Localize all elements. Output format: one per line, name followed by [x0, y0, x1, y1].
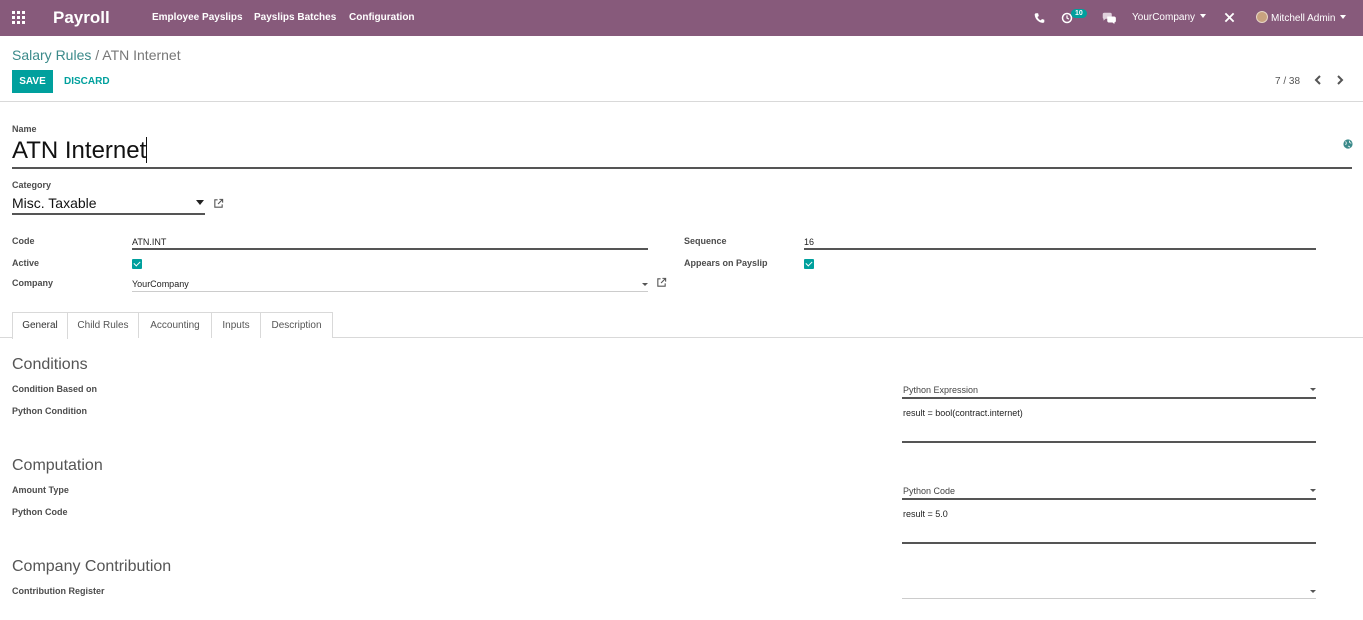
condition-based-on-select[interactable]: Python Expression [903, 385, 978, 395]
code-label: Code [12, 236, 35, 246]
name-underline [12, 167, 1352, 169]
name-label: Name [12, 124, 37, 134]
top-navbar: Payroll Employee Payslips Payslips Batch… [0, 0, 1363, 36]
breadcrumb: Salary Rules / ATN Internet [12, 47, 181, 63]
python-condition-label: Python Condition [12, 406, 87, 416]
user-menu[interactable]: Mitchell Admin [1256, 11, 1347, 24]
company-switcher[interactable]: YourCompany [1132, 12, 1207, 23]
pager-next-icon[interactable] [1334, 74, 1346, 86]
avatar [1256, 11, 1268, 23]
app-brand[interactable]: Payroll [53, 8, 110, 28]
menu-configuration[interactable]: Configuration [349, 12, 415, 23]
contribution-register-label: Contribution Register [12, 586, 105, 596]
tab-inputs[interactable]: Inputs [211, 312, 261, 338]
apps-grid-icon[interactable] [12, 11, 26, 25]
appears-on-payslip-checkbox[interactable] [804, 259, 814, 269]
phone-icon[interactable] [1034, 10, 1045, 26]
menu-payslips-batches[interactable]: Payslips Batches [254, 12, 336, 23]
company-external-link-icon[interactable] [656, 277, 667, 288]
activity-count-badge: 10 [1071, 9, 1087, 18]
translate-globe-icon[interactable] [1343, 139, 1353, 149]
python-condition-underline [902, 441, 1316, 443]
python-code-label: Python Code [12, 507, 68, 517]
computation-heading: Computation [12, 457, 103, 474]
tab-description[interactable]: Description [260, 312, 333, 338]
sequence-input[interactable]: 16 [804, 237, 814, 247]
category-underline [12, 213, 205, 215]
name-input[interactable]: ATN Internet [12, 137, 148, 165]
category-chevron-down-icon[interactable] [196, 200, 204, 205]
control-panel: Salary Rules / ATN Internet SAVE DISCARD… [0, 36, 1363, 102]
pager-value[interactable]: 7 / 38 [1275, 76, 1300, 87]
company-contribution-heading: Company Contribution [12, 558, 172, 575]
code-underline [132, 248, 648, 250]
breadcrumb-current: ATN Internet [102, 47, 181, 63]
sequence-underline [804, 248, 1316, 250]
category-external-link-icon[interactable] [213, 198, 224, 209]
condition-based-on-chevron-down-icon[interactable] [1310, 388, 1316, 391]
contribution-register-chevron-down-icon[interactable] [1310, 590, 1316, 593]
breadcrumb-separator: / [95, 47, 100, 63]
breadcrumb-salary-rules[interactable]: Salary Rules [12, 47, 91, 63]
company-label: Company [12, 278, 54, 288]
appears-on-payslip-label: Appears on Payslip [684, 258, 768, 268]
python-code-textarea[interactable]: result = 5.0 [903, 509, 948, 519]
company-chevron-down-icon[interactable] [642, 283, 648, 286]
amount-type-select[interactable]: Python Code [903, 486, 955, 496]
sequence-label: Sequence [684, 236, 727, 246]
close-icon[interactable] [1224, 12, 1235, 23]
active-label: Active [12, 258, 40, 268]
python-code-underline [902, 542, 1316, 544]
save-button[interactable]: SAVE [12, 70, 53, 93]
amount-type-underline [902, 498, 1316, 500]
condition-based-on-label: Condition Based on [12, 384, 97, 394]
pager-previous-icon[interactable] [1312, 74, 1324, 86]
tab-accounting[interactable]: Accounting [138, 312, 212, 338]
menu-employee-payslips[interactable]: Employee Payslips [152, 12, 243, 23]
tab-general[interactable]: General [12, 312, 68, 339]
code-input[interactable]: ATN.INT [132, 237, 166, 247]
conditions-heading: Conditions [12, 356, 88, 373]
contribution-register-underline [902, 598, 1316, 599]
active-checkbox[interactable] [132, 259, 142, 269]
category-label: Category [12, 180, 52, 190]
company-select[interactable]: YourCompany [132, 279, 189, 289]
tab-child-rules[interactable]: Child Rules [67, 312, 139, 338]
python-condition-textarea[interactable]: result = bool(contract.internet) [903, 408, 1023, 418]
amount-type-chevron-down-icon[interactable] [1310, 489, 1316, 492]
amount-type-label: Amount Type [12, 485, 69, 495]
chat-icon[interactable] [1102, 10, 1117, 26]
discard-button[interactable]: DISCARD [64, 76, 110, 87]
company-underline [132, 291, 648, 292]
condition-based-on-underline [902, 397, 1316, 399]
category-select[interactable]: Misc. Taxable [12, 195, 97, 211]
